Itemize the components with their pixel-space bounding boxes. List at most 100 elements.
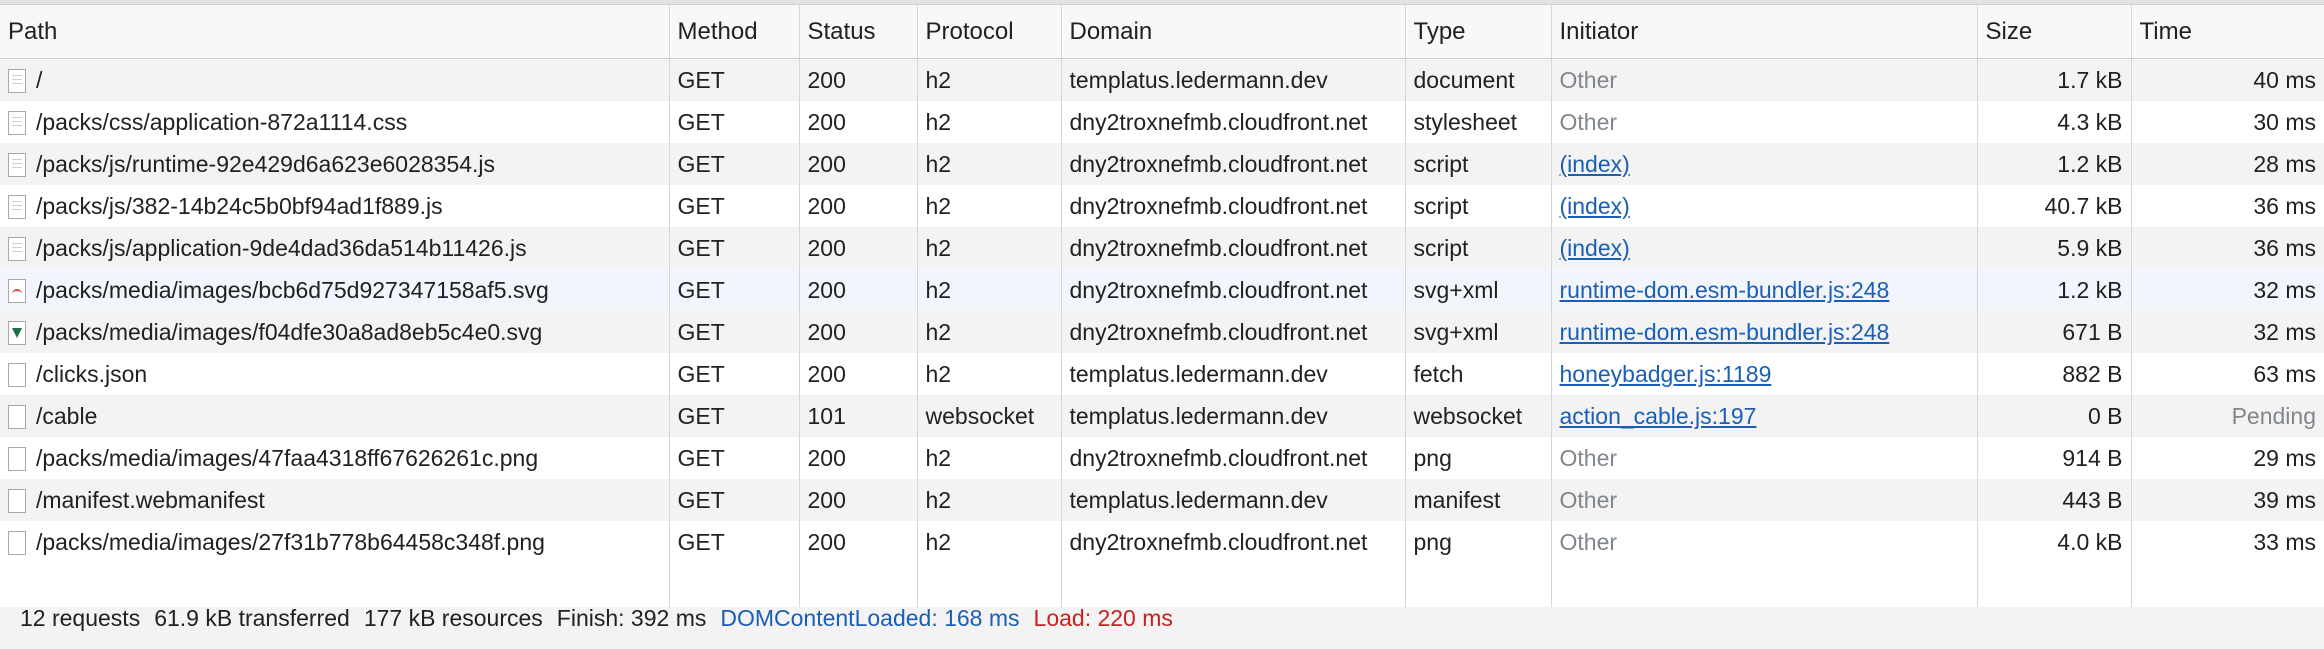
table-row[interactable]: /packs/media/images/bcb6d75d927347158af5…: [0, 269, 2324, 311]
cell-domain: templatus.ledermann.dev: [1061, 479, 1406, 521]
column-header-status[interactable]: Status: [799, 5, 918, 59]
cell-path: /packs/media/images/bcb6d75d927347158af5…: [0, 269, 670, 311]
cell-domain: dny2troxnefmb.cloudfront.net: [1061, 311, 1406, 353]
finish-time: Finish: 392 ms: [556, 605, 707, 631]
cell-type: svg+xml: [1405, 311, 1552, 353]
cell-domain: dny2troxnefmb.cloudfront.net: [1061, 437, 1406, 479]
load-time: Load: 220 ms: [1033, 605, 1173, 631]
cell-protocol: h2: [917, 437, 1062, 479]
cell-path: /: [0, 58, 670, 101]
file-icon: [8, 404, 26, 429]
cell-time: 63 ms: [2131, 353, 2324, 395]
cell-status: 200: [799, 101, 918, 143]
cell-protocol: h2: [917, 353, 1062, 395]
cell-status: 200: [799, 353, 918, 395]
cell-status: 200: [799, 479, 918, 521]
cell-domain: templatus.ledermann.dev: [1061, 58, 1406, 101]
table-row[interactable]: /packs/media/images/f04dfe30a8ad8eb5c4e0…: [0, 311, 2324, 353]
cell-method: GET: [669, 311, 800, 353]
cell-size: 5.9 kB: [1977, 227, 2132, 269]
cell-time: 32 ms: [2131, 311, 2324, 353]
table-row[interactable]: /manifest.webmanifest GET 200 h2 templat…: [0, 479, 2324, 521]
cell-method: GET: [669, 101, 800, 143]
table-row[interactable]: /clicks.json GET 200 h2 templatus.lederm…: [0, 353, 2324, 395]
initiator-link[interactable]: action_cable.js:197: [1560, 403, 1757, 429]
cell-domain: dny2troxnefmb.cloudfront.net: [1061, 521, 1406, 563]
initiator-link[interactable]: runtime-dom.esm-bundler.js:248: [1560, 319, 1890, 345]
table-row[interactable]: /packs/js/382-14b24c5b0bf94ad1f889.js GE…: [0, 185, 2324, 227]
cell-protocol: h2: [917, 185, 1062, 227]
table-row[interactable]: /packs/js/runtime-92e429d6a623e6028354.j…: [0, 143, 2324, 185]
cell-type: script: [1405, 185, 1552, 227]
svg-image-icon: [8, 320, 26, 345]
transferred-size: 61.9 kB transferred: [154, 605, 350, 631]
column-header-size[interactable]: Size: [1977, 5, 2132, 59]
cell-size: 0 B: [1977, 395, 2132, 437]
cell-initiator: Other: [1551, 479, 1978, 521]
cell-protocol: h2: [917, 311, 1062, 353]
column-header-type[interactable]: Type: [1405, 5, 1552, 59]
cell-type: fetch: [1405, 353, 1552, 395]
cell-method: GET: [669, 437, 800, 479]
cell-domain: templatus.ledermann.dev: [1061, 395, 1406, 437]
table-row[interactable]: /packs/js/application-9de4dad36da514b114…: [0, 227, 2324, 269]
cell-type: script: [1405, 227, 1552, 269]
cell-type: stylesheet: [1405, 101, 1552, 143]
table-row[interactable]: / GET 200 h2 templatus.ledermann.dev doc…: [0, 58, 2324, 101]
cell-time: 28 ms: [2131, 143, 2324, 185]
column-header-domain[interactable]: Domain: [1061, 5, 1406, 59]
initiator-link[interactable]: (index): [1560, 193, 1630, 219]
column-header-path[interactable]: Path: [0, 5, 670, 59]
column-header-method[interactable]: Method: [669, 5, 800, 59]
table-row[interactable]: /packs/media/images/47faa4318ff67626261c…: [0, 437, 2324, 479]
cell-status: 200: [799, 437, 918, 479]
cell-size: 4.3 kB: [1977, 101, 2132, 143]
cell-type: svg+xml: [1405, 269, 1552, 311]
initiator-link[interactable]: honeybadger.js:1189: [1560, 361, 1772, 387]
file-icon: [8, 362, 26, 387]
cell-domain: dny2troxnefmb.cloudfront.net: [1061, 101, 1406, 143]
cell-size: 1.2 kB: [1977, 143, 2132, 185]
initiator-link[interactable]: (index): [1560, 151, 1630, 177]
cell-protocol: h2: [917, 269, 1062, 311]
cell-method: GET: [669, 58, 800, 101]
cell-domain: templatus.ledermann.dev: [1061, 353, 1406, 395]
cell-protocol: h2: [917, 101, 1062, 143]
cell-path: /packs/js/382-14b24c5b0bf94ad1f889.js: [0, 185, 670, 227]
cell-size: 914 B: [1977, 437, 2132, 479]
image-file-icon: [8, 446, 26, 471]
cell-time: 33 ms: [2131, 521, 2324, 563]
cell-time: 36 ms: [2131, 185, 2324, 227]
cell-status: 200: [799, 311, 918, 353]
table-row[interactable]: /packs/media/images/27f31b778b64458c348f…: [0, 521, 2324, 563]
initiator-link[interactable]: (index): [1560, 235, 1630, 261]
table-row[interactable]: /packs/css/application-872a1114.css GET …: [0, 101, 2324, 143]
cell-status: 200: [799, 58, 918, 101]
cell-method: GET: [669, 353, 800, 395]
cell-protocol: h2: [917, 143, 1062, 185]
cell-status: 200: [799, 521, 918, 563]
cell-time: 39 ms: [2131, 479, 2324, 521]
cell-path: /packs/media/images/f04dfe30a8ad8eb5c4e0…: [0, 311, 670, 353]
table-row[interactable]: /cable GET 101 websocket templatus.leder…: [0, 395, 2324, 437]
cell-time: 36 ms: [2131, 227, 2324, 269]
cell-path: /packs/js/runtime-92e429d6a623e6028354.j…: [0, 143, 670, 185]
cell-type: png: [1405, 521, 1552, 563]
cell-domain: dny2troxnefmb.cloudfront.net: [1061, 227, 1406, 269]
network-request-table: Path Method Status Protocol Domain Type …: [0, 5, 2324, 607]
column-header-initiator[interactable]: Initiator: [1551, 5, 1978, 59]
cell-type: png: [1405, 437, 1552, 479]
cell-size: 40.7 kB: [1977, 185, 2132, 227]
initiator-link[interactable]: runtime-dom.esm-bundler.js:248: [1560, 277, 1890, 303]
stylesheet-file-icon: [8, 110, 26, 135]
cell-path: /packs/js/application-9de4dad36da514b114…: [0, 227, 670, 269]
dom-content-loaded-time: DOMContentLoaded: 168 ms: [720, 605, 1020, 631]
cell-size: 1.7 kB: [1977, 58, 2132, 101]
table-header-row: Path Method Status Protocol Domain Type …: [0, 5, 2324, 59]
image-file-icon: [8, 530, 26, 555]
cell-path: /cable: [0, 395, 670, 437]
column-header-protocol[interactable]: Protocol: [917, 5, 1062, 59]
cell-initiator: (index): [1551, 185, 1978, 227]
cell-method: GET: [669, 269, 800, 311]
column-header-time[interactable]: Time: [2131, 5, 2324, 59]
